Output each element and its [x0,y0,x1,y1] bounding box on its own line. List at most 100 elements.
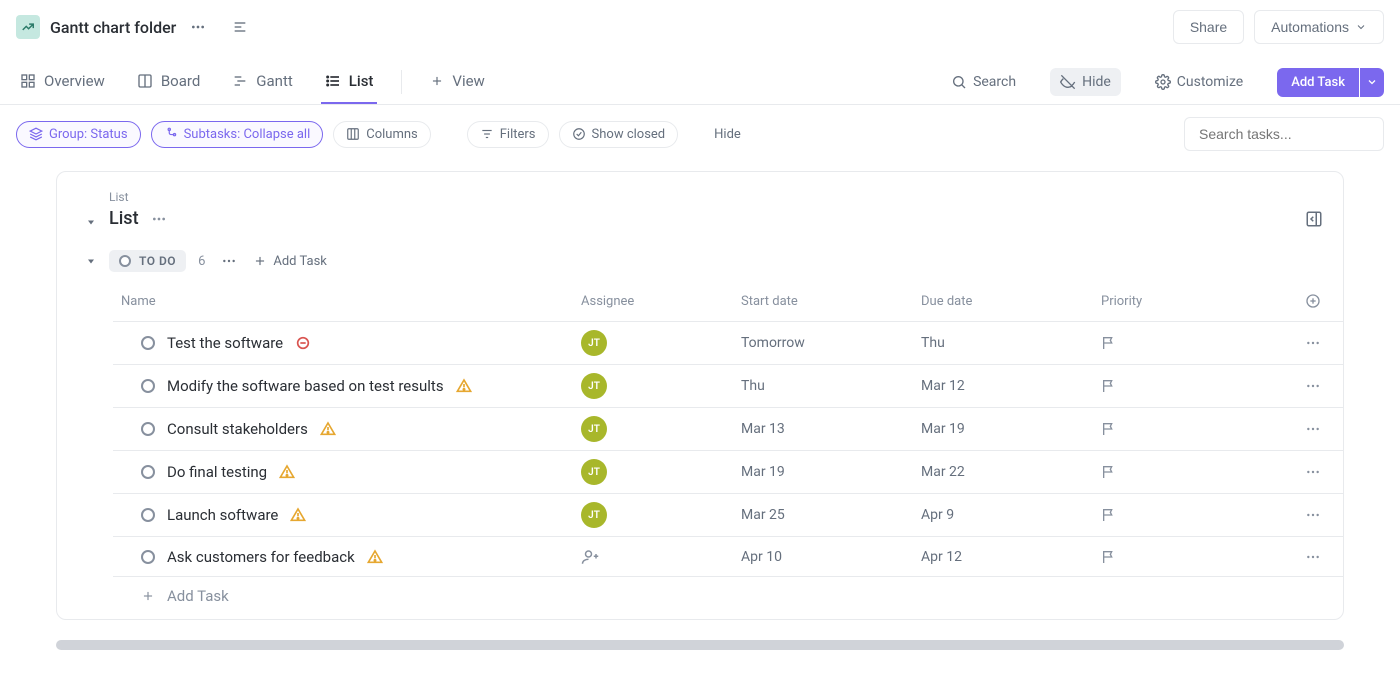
row-more-icon[interactable] [1283,370,1343,402]
start-date-cell[interactable]: Mar 19 [733,456,913,488]
due-date-cell[interactable]: Thu [913,327,1093,359]
task-name-cell[interactable]: Launch software [113,498,573,532]
task-status-dot[interactable] [141,465,155,479]
add-assignee-icon[interactable] [581,548,599,566]
assignee-cell[interactable]: JT [573,365,733,407]
add-task-row[interactable]: Add Task [113,577,1343,609]
warning-icon [456,378,472,394]
priority-cell[interactable] [1093,327,1283,359]
hide-button[interactable]: Hide [1050,68,1121,96]
col-due[interactable]: Due date [913,290,1093,313]
assignee-avatar[interactable]: JT [581,459,607,485]
row-more-icon[interactable] [1283,413,1343,445]
collapse-panel-icon[interactable] [1305,210,1323,228]
task-name-cell[interactable]: Consult stakeholders [113,412,573,446]
group-chip[interactable]: Group: Status [16,121,141,148]
add-view-button[interactable]: View [426,60,488,104]
columns-icon [346,127,360,141]
due-date-cell[interactable]: Apr 12 [913,541,1093,573]
assignee-avatar[interactable]: JT [581,373,607,399]
table-row[interactable]: Modify the software based on test result… [113,365,1343,408]
assignee-cell[interactable] [573,540,733,574]
show-closed-chip[interactable]: Show closed [559,121,679,148]
search-button[interactable]: Search [941,68,1026,96]
status-pill[interactable]: TO DO [109,250,186,272]
panel-title[interactable]: List [109,208,139,229]
due-date-cell[interactable]: Mar 12 [913,370,1093,402]
hide-filters-link[interactable]: Hide [704,122,751,147]
status-more-icon[interactable] [217,249,241,273]
warning-icon [279,464,295,480]
status-add-task[interactable]: Add Task [253,254,327,269]
task-status-dot[interactable] [141,379,155,393]
panel-more-icon[interactable] [151,211,167,227]
row-more-icon[interactable] [1283,541,1343,573]
tab-overview[interactable]: Overview [16,60,109,104]
assignee-cell[interactable]: JT [573,408,733,450]
tab-list[interactable]: List [321,60,378,104]
assignee-avatar[interactable]: JT [581,416,607,442]
status-collapse-caret[interactable] [85,255,97,267]
col-name[interactable]: Name [113,290,573,313]
add-column-button[interactable] [1283,289,1343,313]
table-row[interactable]: Consult stakeholders JT Mar 13Mar 19 [113,408,1343,451]
subtasks-chip[interactable]: Subtasks: Collapse all [151,121,324,148]
horizontal-scrollbar[interactable] [56,640,1344,650]
automations-button[interactable]: Automations [1254,10,1384,44]
task-name-cell[interactable]: Ask customers for feedback [113,540,573,574]
group-chip-label: Group: Status [49,127,128,142]
priority-cell[interactable] [1093,370,1283,402]
search-tasks-input[interactable] [1184,117,1384,151]
col-priority[interactable]: Priority [1093,290,1283,313]
warning-icon [320,421,336,437]
table-row[interactable]: Test the software JT TomorrowThu [113,322,1343,365]
status-group-header: TO DO 6 Add Task [57,249,1343,281]
share-button[interactable]: Share [1173,10,1244,44]
assignee-cell[interactable]: JT [573,451,733,493]
start-date-cell[interactable]: Mar 13 [733,413,913,445]
due-date-cell[interactable]: Apr 9 [913,499,1093,531]
start-date-cell[interactable]: Apr 10 [733,541,913,573]
plus-icon [141,589,155,603]
due-date-cell[interactable]: Mar 19 [913,413,1093,445]
tab-board[interactable]: Board [133,60,204,104]
task-status-dot[interactable] [141,336,155,350]
row-more-icon[interactable] [1283,456,1343,488]
add-task-dropdown[interactable] [1360,68,1384,97]
folder-title[interactable]: Gantt chart folder [50,18,176,37]
due-date-cell[interactable]: Mar 22 [913,456,1093,488]
folder-more-icon[interactable] [186,15,210,39]
task-status-dot[interactable] [141,550,155,564]
table-row[interactable]: Launch software JT Mar 25Apr 9 [113,494,1343,537]
task-name-cell[interactable]: Do final testing [113,455,573,489]
col-start[interactable]: Start date [733,290,913,313]
columns-chip[interactable]: Columns [333,121,431,148]
priority-cell[interactable] [1093,541,1283,573]
assignee-avatar[interactable]: JT [581,502,607,528]
task-status-dot[interactable] [141,422,155,436]
filters-chip[interactable]: Filters [467,121,549,148]
table-row[interactable]: Ask customers for feedback Apr 10Apr 12 [113,537,1343,577]
table-row[interactable]: Do final testing JT Mar 19Mar 22 [113,451,1343,494]
priority-cell[interactable] [1093,499,1283,531]
assignee-avatar[interactable]: JT [581,330,607,356]
task-name-cell[interactable]: Test the software [113,326,573,360]
customize-button[interactable]: Customize [1145,68,1253,96]
priority-cell[interactable] [1093,456,1283,488]
assignee-cell[interactable]: JT [573,494,733,536]
start-date-cell[interactable]: Tomorrow [733,327,913,359]
start-date-cell[interactable]: Mar 25 [733,499,913,531]
panel-collapse-caret[interactable] [85,216,97,228]
row-more-icon[interactable] [1283,327,1343,359]
priority-cell[interactable] [1093,413,1283,445]
col-assignee[interactable]: Assignee [573,290,733,313]
row-more-icon[interactable] [1283,499,1343,531]
tab-gantt[interactable]: Gantt [228,60,296,104]
task-name: Test the software [167,334,283,352]
assignee-cell[interactable]: JT [573,322,733,364]
add-task-button[interactable]: Add Task [1277,68,1359,97]
task-name-cell[interactable]: Modify the software based on test result… [113,369,573,403]
start-date-cell[interactable]: Thu [733,370,913,402]
collapse-sidebar-icon[interactable] [228,15,252,39]
task-status-dot[interactable] [141,508,155,522]
